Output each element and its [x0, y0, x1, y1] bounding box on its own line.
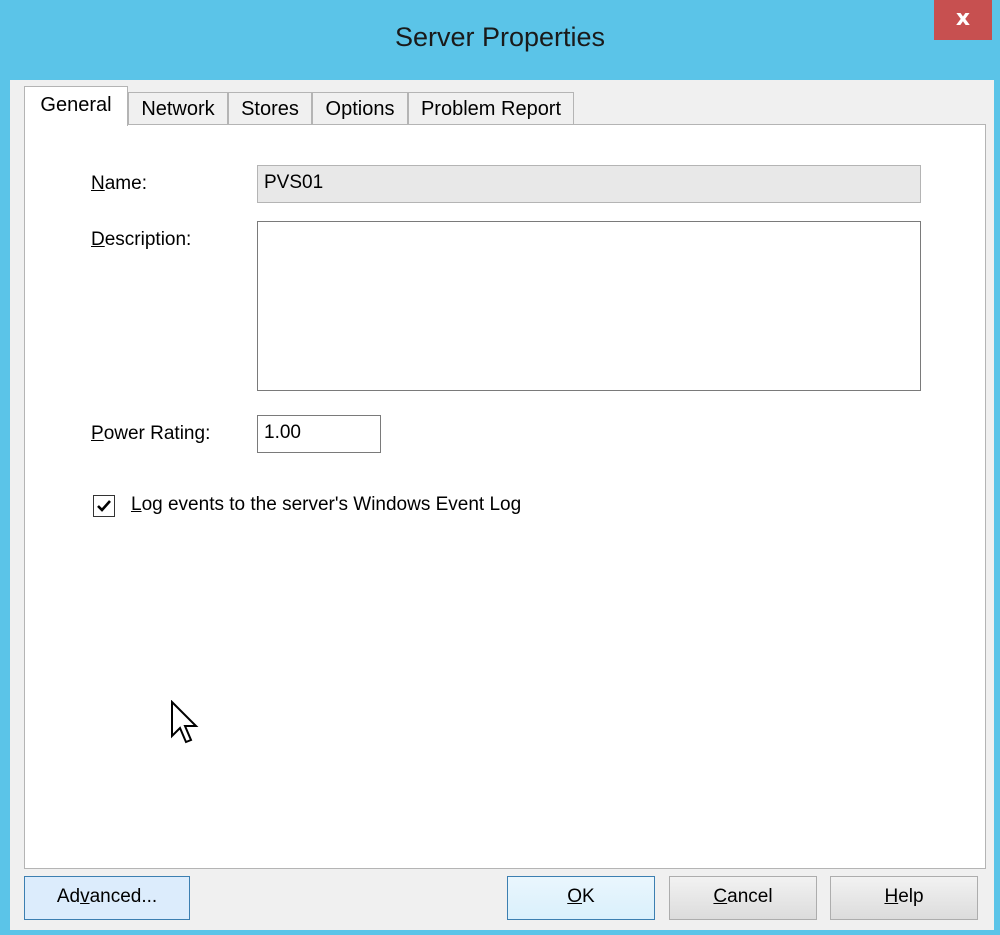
- window-title: Server Properties: [394, 22, 606, 52]
- help-button[interactable]: Help: [830, 876, 978, 920]
- name-label: Name:: [91, 173, 147, 194]
- tab-stores[interactable]: Stores: [228, 92, 312, 124]
- tab-options[interactable]: Options: [312, 92, 408, 124]
- power-rating-field[interactable]: 1.00: [257, 415, 381, 453]
- close-button[interactable]: x: [934, 0, 992, 40]
- dialog-client-area: General Network Stores Options Problem R…: [10, 80, 994, 930]
- advanced-button[interactable]: Advanced...: [24, 876, 190, 920]
- ok-button[interactable]: OK: [507, 876, 655, 920]
- mouse-pointer-icon: [171, 700, 199, 744]
- description-label: Description:: [91, 229, 192, 250]
- name-field: PVS01: [257, 165, 921, 203]
- general-tab-panel: Name: PVS01 Description: Power Rating: 1…: [24, 124, 986, 869]
- title-bar[interactable]: Server Properties x: [0, 0, 1000, 80]
- tab-problem-report[interactable]: Problem Report: [408, 92, 574, 124]
- tab-network[interactable]: Network: [128, 92, 228, 124]
- cancel-button[interactable]: Cancel: [669, 876, 817, 920]
- description-field[interactable]: [257, 221, 921, 391]
- log-events-label[interactable]: Log events to the server's Windows Event…: [131, 494, 521, 516]
- checkmark-icon: [97, 500, 111, 512]
- log-events-checkbox[interactable]: [93, 495, 115, 517]
- server-properties-dialog: Server Properties x General Network Stor…: [0, 0, 1000, 935]
- tab-general[interactable]: General: [24, 86, 128, 126]
- power-rating-label: Power Rating:: [91, 423, 211, 444]
